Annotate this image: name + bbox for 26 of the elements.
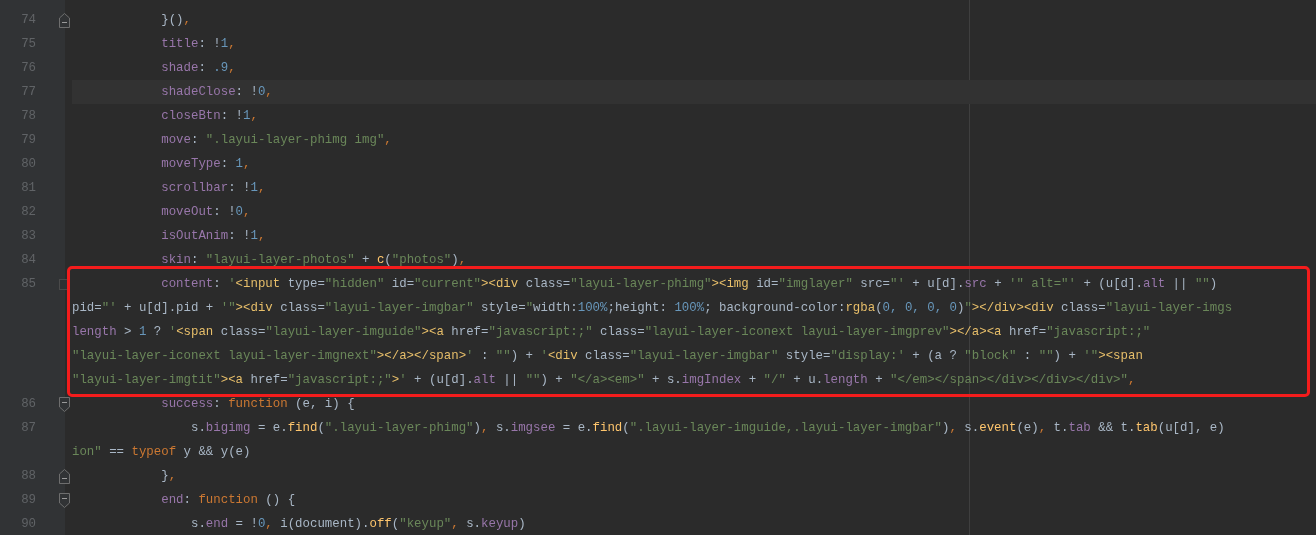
fold-icon[interactable] bbox=[59, 12, 70, 28]
code-line: "layui-layer-imgtit"><a href="javascript:;">' + (u[d].alt || "") + "</a><em>" + s.imgIndex + "/" + u.length + "</em></span></div></div></div>", bbox=[72, 372, 1137, 389]
code-line: success: function (e, i) { bbox=[160, 396, 356, 413]
code-line: content: '<input type="hidden" id="current"><div class="layui-layer-phimg"><img id="imglayer" src="' + u[d].src + '" alt="' + (u[d].alt || "") bbox=[160, 276, 1219, 293]
fold-icon[interactable] bbox=[59, 492, 70, 508]
code-line: end: function () { bbox=[160, 492, 297, 509]
code-line: skin: "layui-layer-photos" + c("photos"), bbox=[160, 252, 468, 269]
code-line: moveOut: !0, bbox=[160, 204, 252, 221]
code-line: }(), bbox=[160, 12, 192, 29]
code-line: ion" == typeof y && y(e) bbox=[72, 444, 252, 461]
fold-icon[interactable] bbox=[59, 468, 70, 484]
code-line: title: !1, bbox=[160, 36, 237, 53]
code-line: move: ".layui-layer-phimg img", bbox=[160, 132, 393, 149]
code-line: scrollbar: !1, bbox=[160, 180, 267, 197]
code-line: length > 1 ? '<span class="layui-layer-imguide"><a href="javascript:;" class="layui-layer-iconext layui-layer-imgprev"></a><a href="javascript:;" bbox=[72, 324, 1152, 341]
code-line: }, bbox=[160, 468, 178, 485]
fold-icon[interactable] bbox=[59, 396, 70, 412]
code-line: closeBtn: !1, bbox=[160, 108, 259, 125]
code-line: s.bigimg = e.find(".layui-layer-phimg"), s.imgsee = e.find(".layui-layer-imguide,.layui-layer-imgbar"), s.event(e), t.tab && t.tab(u[d], e) bbox=[189, 420, 1226, 437]
code-line: isOutAnim: !1, bbox=[160, 228, 267, 245]
fold-marker-icon bbox=[59, 278, 70, 290]
code-line: moveType: 1, bbox=[160, 156, 252, 173]
code-line: "layui-layer-iconext layui-layer-imgnext"></a></span>' : "") + '<div class="layui-layer-imgbar" style="display:' + (a ? "block" : "") + '"><span bbox=[72, 348, 1144, 365]
code-line: s.end = !0, i(document).off("keyup", s.keyup) bbox=[189, 516, 527, 533]
code-line: pid="' + u[d].pid + '"><div class="layui-layer-imgbar" style="width:100%;height: 100%; background-color:rgba(0, 0, 0, 0)"></div><div class="layui-layer-imgs bbox=[72, 300, 1234, 317]
code-line: shade: .9, bbox=[160, 60, 237, 77]
